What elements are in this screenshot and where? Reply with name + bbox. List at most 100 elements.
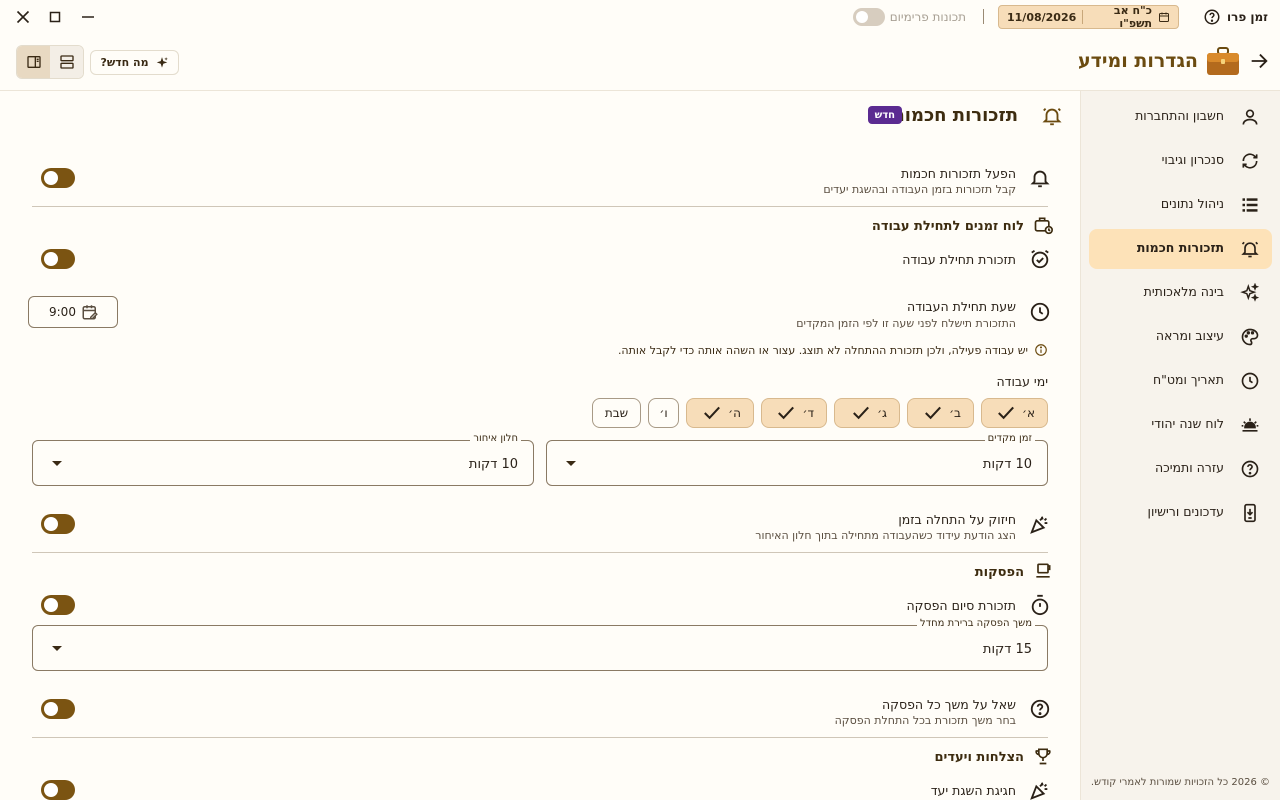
premium-label: תכונות פרימיום [889, 10, 966, 24]
workdays-label: ימי עבודה [996, 374, 1048, 389]
break-end-title: תזכורת סיום הפסקה [906, 598, 1016, 613]
whats-new-label: מה חדש? [100, 56, 149, 69]
whats-new-button[interactable]: מה חדש? [90, 50, 179, 75]
sidebar-item-jewish-calendar[interactable]: לוח שנה יהודי [1089, 405, 1272, 445]
ask-duration-title: שאל על משך כל הפסקה [881, 697, 1016, 712]
info-icon [1034, 343, 1048, 357]
day-chip-sunday[interactable]: א׳ [981, 398, 1048, 428]
start-time-field[interactable]: 9:00 [28, 296, 118, 328]
active-work-info: יש עבודה פעילה, ולכן תזכורת ההתחלה לא תו… [618, 343, 1048, 357]
section-title: תזכורות חכמות [892, 105, 1018, 126]
sidebar-item-label: לוח שנה יהודי [1151, 416, 1224, 431]
stacked-view-icon[interactable] [50, 46, 83, 78]
late-window-legend: חלון איחור [470, 433, 521, 444]
enable-reminders-title: הפעל תזכורות חכמות [901, 166, 1016, 181]
start-time-value: 9:00 [49, 305, 76, 319]
dropdown-caret-icon [52, 646, 62, 651]
close-icon[interactable] [14, 8, 32, 26]
person-icon [1240, 107, 1260, 127]
advance-time-select[interactable]: זמן מקדים 10 דקות [546, 433, 1048, 486]
sunrise-icon [1240, 415, 1260, 435]
on-time-subtitle: הצג הודעת עידוד כשהעבודה מתחילה בתוך חלו… [755, 529, 1016, 542]
achievements-heading: הצלחות ויעדים [934, 750, 1024, 765]
break-end-toggle[interactable] [41, 595, 75, 615]
sidebar-item-data[interactable]: ניהול נתונים [1089, 185, 1272, 225]
goal-celebration-toggle[interactable] [41, 780, 75, 800]
sidebar-item-smart-reminders[interactable]: תזכורות חכמות [1089, 229, 1272, 269]
enable-reminders-toggle[interactable] [41, 168, 75, 188]
day-chip-friday[interactable]: ו׳ [648, 398, 679, 428]
ask-duration-toggle[interactable] [41, 699, 75, 719]
day-chip-monday[interactable]: ב׳ [907, 398, 974, 428]
layout-view-toggle[interactable] [16, 45, 84, 79]
dropdown-caret-icon [52, 461, 62, 466]
check-icon [851, 405, 871, 421]
bell-ring-icon [1041, 105, 1063, 127]
back-arrow-icon[interactable] [1248, 50, 1270, 72]
minimize-icon[interactable] [79, 8, 97, 26]
sidebar-item-ai[interactable]: בינה מלאכותית [1089, 273, 1272, 313]
on-time-toggle[interactable] [41, 514, 75, 534]
sidebar-item-label: עדכונים ורישיון [1147, 504, 1224, 519]
phone-download-icon [1240, 503, 1260, 523]
sidebar-item-updates[interactable]: עדכונים ורישיון [1089, 493, 1272, 533]
smart-reminders-panel: תזכורות חכמות חדש הפעל תזכורות חכמות קבל… [0, 91, 1080, 800]
sidebar-item-sync[interactable]: סנכרון וגיבוי [1089, 141, 1272, 181]
date-chip[interactable]: כ"ח אב תשפ"ו 11/08/2026 [998, 4, 1179, 30]
goal-celebration-title: חגיגת השגת יעד [930, 783, 1016, 798]
day-label: א׳ [1021, 406, 1035, 420]
start-reminder-title: תזכורת תחילת עבודה [902, 252, 1016, 267]
sidebar-item-label: עיצוב ומראה [1155, 328, 1224, 343]
sidebar-item-design[interactable]: עיצוב ומראה [1089, 317, 1272, 357]
trophy-icon [1033, 746, 1053, 766]
page-title: הגדרות ומידע [1078, 50, 1198, 72]
day-chip-tuesday[interactable]: ג׳ [834, 398, 900, 428]
breaks-heading: הפסקות [974, 565, 1024, 580]
start-reminder-toggle[interactable] [41, 249, 75, 269]
sidebar-item-account[interactable]: חשבון והתחברות [1089, 97, 1272, 137]
party-popper-icon [1029, 513, 1051, 535]
clock-icon [1029, 301, 1051, 323]
start-time-title: שעת תחילת העבודה [907, 299, 1016, 314]
new-badge: חדש [867, 106, 902, 124]
page-header: הגדרות ומידע מה חדש? [0, 34, 1280, 90]
sidebar-item-label: עזרה ותמיכה [1154, 460, 1224, 475]
advance-time-legend: זמן מקדים [984, 433, 1035, 444]
day-chip-wednesday[interactable]: ד׳ [761, 398, 827, 428]
calendar-edit-icon [81, 303, 99, 321]
hebrew-date: כ"ח אב תשפ"ו [1113, 4, 1152, 30]
settings-sidebar: חשבון והתחברות סנכרון וגיבוי ניהול נתוני… [1080, 91, 1280, 800]
break-duration-select[interactable]: משך הפסקה ברירת מחדל 15 דקות [32, 618, 1048, 671]
sidebar-item-help[interactable]: עזרה ותמיכה [1089, 449, 1272, 489]
app-name: זמן פרו [1226, 10, 1268, 24]
check-icon [776, 405, 796, 421]
check-icon [996, 405, 1016, 421]
divider [32, 206, 1048, 207]
titlebar-divider [983, 9, 984, 24]
alarm-check-icon [1029, 248, 1051, 270]
workdays-chips: א׳ ב׳ ג׳ ד׳ ה׳ ו׳ שבת [592, 398, 1048, 428]
help-circle-icon[interactable] [1203, 8, 1221, 26]
sidebar-item-label: חשבון והתחברות [1135, 108, 1224, 123]
sidebar-item-date-currency[interactable]: תאריך ומט"ח [1089, 361, 1272, 401]
day-chip-thursday[interactable]: ה׳ [686, 398, 754, 428]
maximize-icon[interactable] [46, 8, 64, 26]
on-time-title: חיזוק על התחלה בזמן [898, 512, 1016, 527]
late-window-value: 10 דקות [468, 457, 518, 472]
day-label: ד׳ [802, 406, 814, 420]
bell-icon [1029, 167, 1051, 189]
schedule-heading: לוח זמנים לתחילת עבודה [871, 219, 1024, 234]
day-label: ו׳ [659, 406, 668, 420]
briefcase-icon [1206, 46, 1240, 76]
clock-icon [1240, 371, 1260, 391]
calendar-icon [1158, 11, 1170, 23]
sparkle-icon [1240, 283, 1260, 303]
dropdown-caret-icon [566, 461, 576, 466]
ask-duration-subtitle: בחר משך תזכורת בכל התחלת הפסקה [834, 714, 1016, 727]
premium-toggle[interactable] [853, 8, 885, 26]
split-view-icon[interactable] [17, 46, 50, 78]
sync-icon [1240, 151, 1260, 171]
sidebar-item-label: תזכורות חכמות [1136, 240, 1224, 255]
day-chip-saturday[interactable]: שבת [592, 398, 641, 428]
late-window-select[interactable]: חלון איחור 10 דקות [32, 433, 534, 486]
